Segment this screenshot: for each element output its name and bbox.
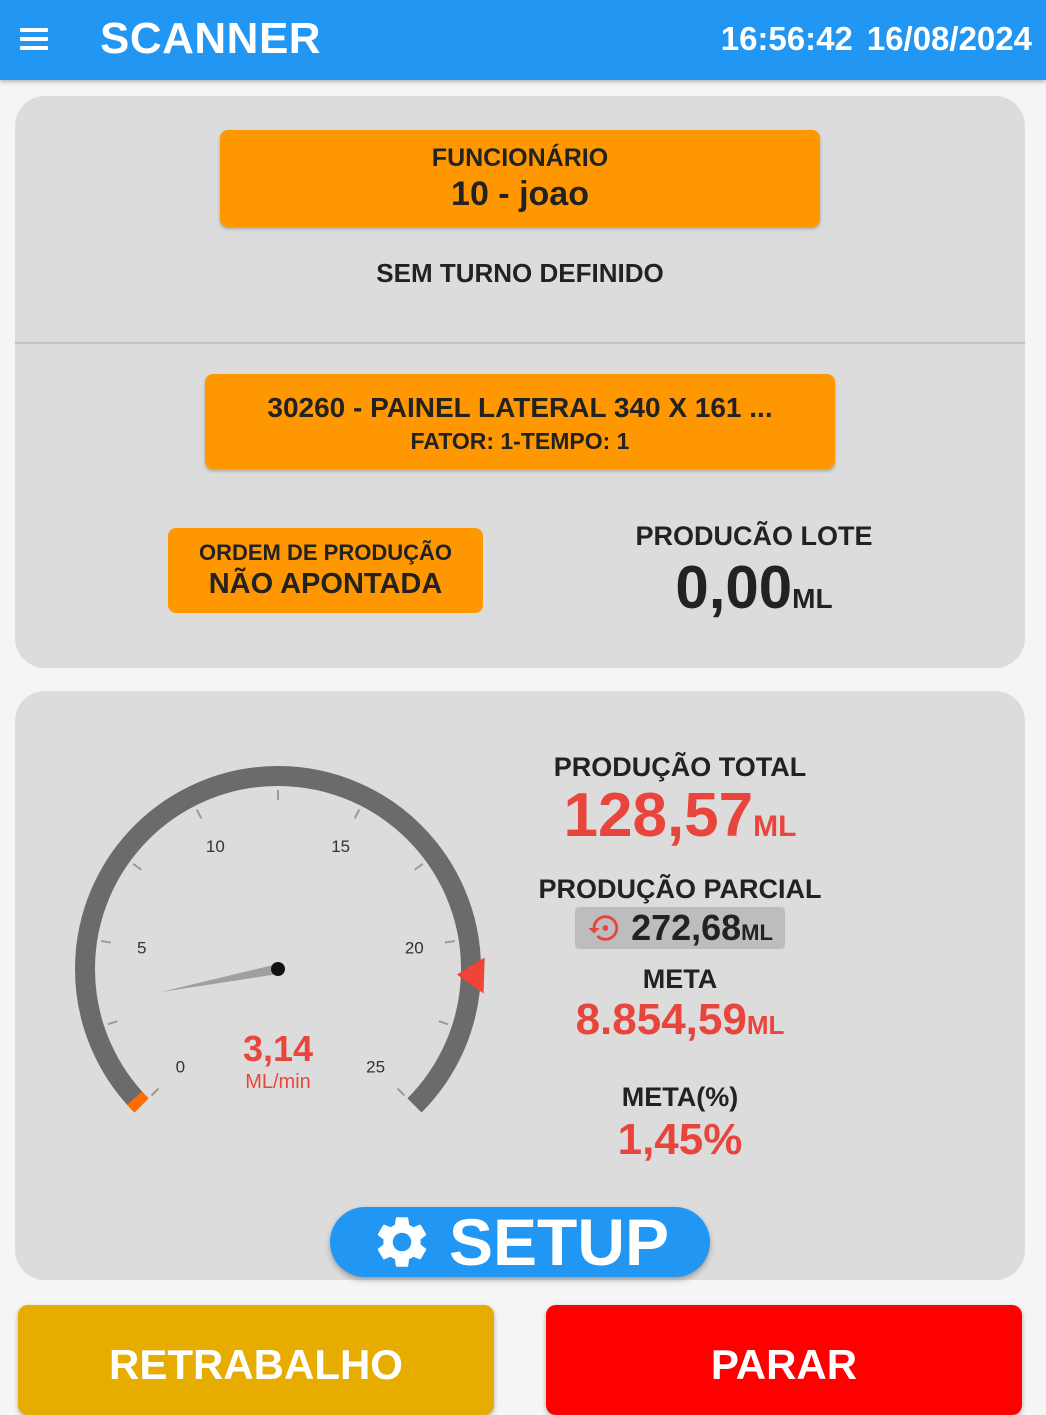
employee-label: FUNCIONÁRIO: [431, 144, 609, 172]
clock-time: 16:56:42: [720, 20, 853, 57]
stop-button[interactable]: PARAR: [546, 1305, 1022, 1415]
gauge-tick: [396, 1087, 406, 1097]
gauge-start-cap: [127, 1091, 149, 1113]
clock: 16:56:42 16/08/2024: [721, 20, 1032, 58]
partial-production-label: PRODUÇÃO PARCIAL: [538, 874, 822, 904]
total-production-value: 128,57ML: [515, 783, 845, 860]
shift-text: SEM TURNO DEFINIDO: [376, 258, 664, 288]
setup-button[interactable]: SETUP: [330, 1205, 710, 1279]
gear-icon: [377, 1217, 427, 1267]
speed-gauge: 0 5 10 15 20 25 3,14ML/min: [75, 766, 485, 1113]
gauge-tick: [101, 940, 112, 944]
total-production-number: 128,57: [563, 781, 754, 850]
partial-production-number: 272,68: [631, 907, 742, 948]
gauge-tick-label: 20: [405, 938, 424, 957]
setup-label: SETUP: [448, 1205, 670, 1279]
gauge-tick-label: 15: [331, 837, 350, 856]
lot-production-label: PRODUCÃO LOTE: [635, 521, 873, 551]
goal-percent-value: 1,45%: [617, 1115, 743, 1164]
goal-percent-label: META(%): [621, 1082, 739, 1112]
partial-production-chip[interactable]: 272,68ML: [575, 907, 785, 949]
gauge-tick-label: 25: [366, 1058, 385, 1077]
gauge-tick: [107, 1020, 118, 1026]
lot-production-number: 0,00: [675, 554, 793, 621]
gauge-tick-label: 10: [206, 837, 225, 856]
production-stats: PRODUÇÃO TOTAL 128,57ML PRODUÇÃO PARCIAL…: [515, 691, 845, 1165]
menu-icon[interactable]: [20, 28, 48, 50]
operator-card: FUNCIONÁRIO 10 - joao SEM TURNO DEFINIDO…: [15, 96, 1025, 668]
gauge-value: 3,14: [243, 1028, 313, 1069]
total-production-unit: ML: [753, 810, 797, 843]
product-name: 30260 - PAINEL LATERAL 340 X 161 ...: [267, 392, 773, 423]
goal-number: 8.854,59: [575, 995, 747, 1044]
goal-label: META: [642, 964, 718, 994]
gauge-tick: [132, 862, 142, 871]
partial-production-unit: ML: [741, 920, 773, 945]
gauge-needle-hub: [271, 962, 285, 976]
gauge-tick-label: 5: [137, 938, 146, 957]
gauge-tick: [444, 940, 455, 944]
lot-production-unit: ML: [792, 583, 833, 614]
production-order-label: ORDEM DE PRODUÇÃO: [198, 540, 452, 565]
production-order-box[interactable]: ORDEM DE PRODUÇÃO NÃO APONTADA: [168, 528, 483, 613]
partial-production-value: 272,68ML: [631, 907, 773, 949]
history-reset-icon: [588, 915, 619, 941]
total-production-label: PRODUÇÃO TOTAL: [553, 752, 807, 782]
gauge-tick: [353, 809, 361, 819]
gauge-needle: [160, 964, 279, 993]
goal-unit: ML: [746, 1010, 785, 1040]
gauge-unit: ML/min: [245, 1071, 311, 1093]
product-factor: FATOR: 1-TEMPO: 1: [410, 428, 630, 454]
clock-date: 16/08/2024: [866, 20, 1032, 57]
lot-production: PRODUCÃO LOTE 0,00ML: [595, 521, 913, 631]
app-bar: SCANNER 16:56:42 16/08/2024: [0, 0, 1046, 80]
production-card: 0 5 10 15 20 25 3,14 ML/min PRODUÇÃO TOTAL 128,…: [15, 691, 1025, 1280]
gauge-tick-label: 0: [176, 1058, 185, 1077]
production-order-value: NÃO APONTADA: [208, 568, 443, 600]
gauge-tick: [195, 809, 203, 819]
rework-button[interactable]: RETRABALHO: [18, 1305, 494, 1415]
goal-value: 8.854,59ML: [515, 995, 845, 1050]
gauge-tick: [414, 862, 424, 871]
gauge-tick: [150, 1087, 160, 1097]
gauge-tick: [438, 1020, 449, 1026]
employee-box[interactable]: FUNCIONÁRIO 10 - joao: [220, 130, 820, 227]
employee-value: 10 - joao: [451, 175, 589, 213]
divider: [15, 342, 1025, 344]
product-box[interactable]: 30260 - PAINEL LATERAL 340 X 161 ... FAT…: [205, 374, 835, 469]
app-title: SCANNER: [100, 14, 322, 63]
lot-production-value: 0,00ML: [595, 556, 913, 631]
